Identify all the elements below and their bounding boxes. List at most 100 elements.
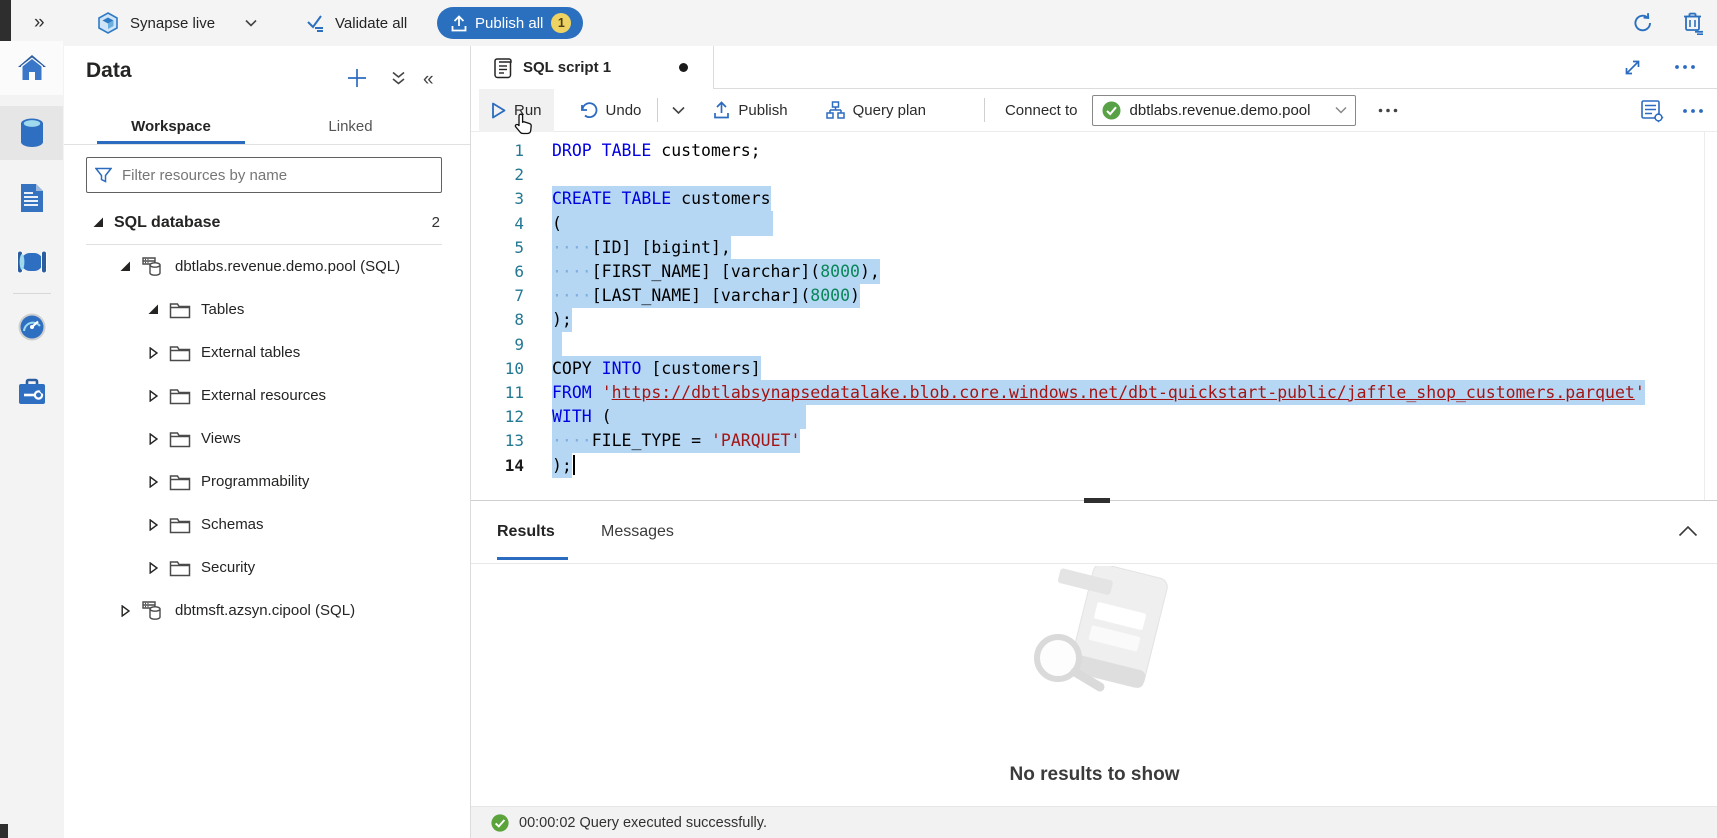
tab-workspace[interactable]: Workspace — [97, 108, 245, 144]
tree-item-external-resources[interactable]: External resources — [64, 374, 470, 417]
code-line-content: ····[LAST_NAME] [varchar](8000) — [552, 283, 860, 308]
undo-button[interactable]: Undo — [566, 89, 654, 132]
more-options-icon[interactable] — [1682, 108, 1704, 114]
code-line-5[interactable]: 5 ····[ID] [bigint], — [471, 235, 731, 260]
tab-sql-script-1[interactable]: SQL script 1 — [471, 46, 714, 89]
tree-item-views[interactable]: Views — [64, 417, 470, 460]
line-number: 2 — [471, 162, 524, 187]
tab-results-label: Results — [497, 523, 555, 541]
toolbar-more-button[interactable] — [1366, 89, 1410, 132]
tree-item-count: 2 — [432, 214, 440, 231]
trash-icon — [1682, 11, 1705, 35]
tab-linked[interactable]: Linked — [278, 108, 423, 144]
filter-input[interactable] — [120, 166, 433, 185]
publish-button[interactable]: Publish — [701, 89, 799, 132]
properties-icon[interactable] — [1640, 99, 1664, 123]
collapsed-arrow-icon[interactable] — [147, 476, 159, 488]
publish-count-badge: 1 — [551, 13, 571, 33]
tree-item-dbtmsft-azsyn-cipool-sql[interactable]: dbtmsft.azsyn.cipool (SQL) — [64, 589, 470, 632]
collapse-all-icon[interactable] — [391, 71, 406, 86]
panel-resize-handle[interactable] — [1084, 498, 1110, 503]
line-number: 6 — [471, 259, 524, 284]
publish-all-button[interactable]: Publish all 1 — [437, 7, 583, 39]
nav-manage[interactable] — [0, 365, 63, 419]
validate-all-label: Validate all — [335, 15, 407, 32]
code-line-6[interactable]: 6····[FIRST_NAME] [varchar](8000), — [471, 259, 880, 284]
sql-pool-icon — [141, 599, 165, 623]
collapsed-arrow-icon[interactable] — [147, 562, 159, 574]
filter-resources-field[interactable] — [86, 157, 442, 193]
manage-icon — [17, 378, 47, 406]
line-number: 5 — [471, 235, 524, 260]
collapsed-arrow-icon[interactable] — [147, 347, 159, 359]
code-line-8[interactable]: 8); — [471, 307, 572, 332]
tree-item-sql-database[interactable]: SQL database2 — [64, 201, 470, 244]
code-line-12[interactable]: 12WITH ( — [471, 404, 806, 429]
expand-editor-button[interactable] — [1623, 58, 1642, 77]
code-line-14[interactable]: 14); — [471, 453, 575, 478]
expanded-arrow-icon[interactable] — [119, 261, 131, 272]
run-options-chevron[interactable] — [662, 89, 695, 132]
line-number: 1 — [471, 138, 524, 163]
validate-all-button[interactable]: Validate all — [306, 0, 407, 46]
code-line-4[interactable]: 4( — [471, 211, 773, 236]
code-line-9[interactable]: 9 — [471, 332, 562, 357]
tree-item-dbtlabs-revenue-demo-pool-sql[interactable]: dbtlabs.revenue.demo.pool (SQL) — [64, 245, 470, 288]
folder-icon — [169, 344, 191, 362]
code-line-1[interactable]: 1DROP TABLE customers; — [471, 138, 761, 163]
tree-item-schemas[interactable]: Schemas — [64, 503, 470, 546]
collapsed-arrow-icon[interactable] — [147, 433, 159, 445]
line-number: 8 — [471, 307, 524, 332]
mode-switcher[interactable]: Synapse live — [96, 0, 257, 46]
collapsed-arrow-icon[interactable] — [147, 519, 159, 531]
line-number: 9 — [471, 332, 524, 357]
code-line-content: ); — [552, 453, 575, 478]
status-message: 00:00:02 Query executed successfully. — [519, 815, 767, 831]
tree-item-programmability[interactable]: Programmability — [64, 460, 470, 503]
home-icon — [17, 54, 47, 82]
code-line-2[interactable]: 2 — [471, 162, 552, 187]
collapse-pane-icon[interactable]: « — [423, 69, 434, 91]
tab-messages[interactable]: Messages — [601, 501, 674, 563]
nav-monitor[interactable] — [0, 300, 63, 354]
query-plan-label: Query plan — [853, 102, 926, 119]
refresh-button[interactable] — [1631, 0, 1655, 46]
success-check-icon — [491, 814, 509, 832]
editor-scrollbar-track[interactable] — [1704, 132, 1705, 500]
collapsed-arrow-icon[interactable] — [147, 390, 159, 402]
code-line-3[interactable]: 3CREATE TABLE customers — [471, 186, 771, 211]
tree-item-external-tables[interactable]: External tables — [64, 331, 470, 374]
connect-to-dropdown[interactable]: dbtlabs.revenue.demo.pool — [1092, 95, 1356, 126]
collapse-results-chevron-icon[interactable] — [1678, 525, 1698, 537]
line-number: 10 — [471, 356, 524, 381]
tab-results[interactable]: Results — [497, 501, 555, 563]
code-line-7[interactable]: 7····[LAST_NAME] [varchar](8000) — [471, 283, 860, 308]
mode-label: Synapse live — [130, 15, 215, 32]
sql-code-editor[interactable]: 1DROP TABLE customers;23CREATE TABLE cus… — [471, 132, 1717, 500]
code-line-content: ····[ID] [bigint], — [552, 235, 731, 260]
expanded-arrow-icon[interactable] — [147, 304, 159, 315]
tab-messages-label: Messages — [601, 523, 674, 541]
nav-data[interactable] — [0, 106, 63, 160]
nav-integrate[interactable] — [0, 235, 63, 289]
tree-item-security[interactable]: Security — [64, 546, 470, 589]
toolbar-separator — [657, 98, 658, 122]
tab-more-actions-button[interactable] — [1674, 64, 1696, 70]
tree-item-tables[interactable]: Tables — [64, 288, 470, 331]
expand-menu-button[interactable]: » — [34, 0, 45, 46]
discard-all-button[interactable] — [1682, 0, 1705, 46]
expanded-arrow-icon[interactable] — [92, 217, 104, 228]
nav-home[interactable] — [0, 41, 63, 95]
code-line-13[interactable]: 13····FILE_TYPE = 'PARQUET' — [471, 428, 800, 453]
code-line-content: FROM 'https://dbtlabsynapsedatalake.blob… — [552, 380, 1645, 405]
code-line-11[interactable]: 11FROM 'https://dbtlabsynapsedatalake.bl… — [471, 380, 1645, 405]
collapsed-arrow-icon[interactable] — [119, 605, 131, 617]
code-line-10[interactable]: 10COPY INTO [customers] — [471, 356, 761, 381]
tree-item-label: dbtlabs.revenue.demo.pool (SQL) — [175, 258, 400, 275]
line-number: 3 — [471, 186, 524, 211]
validate-icon — [306, 14, 327, 32]
tree-item-label: Programmability — [201, 473, 309, 490]
add-resource-button[interactable] — [347, 68, 367, 88]
nav-develop[interactable] — [0, 171, 63, 225]
query-plan-button[interactable]: Query plan — [814, 89, 938, 132]
